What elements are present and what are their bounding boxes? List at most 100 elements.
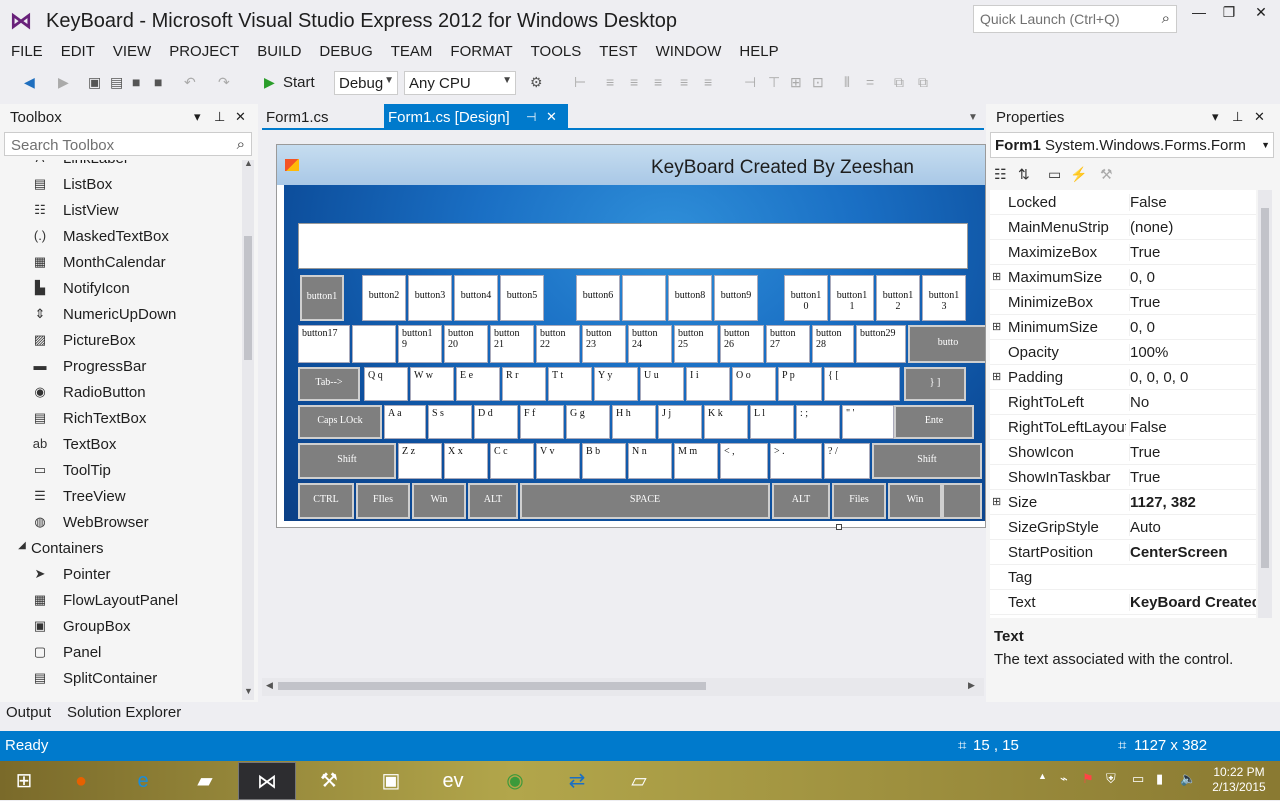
close-button[interactable]: ✕ bbox=[1244, 4, 1278, 26]
same-size-icon[interactable]: ⊞ bbox=[790, 74, 802, 91]
property-value[interactable]: 0, 0 bbox=[1129, 269, 1256, 286]
keyboard-key[interactable]: < , bbox=[720, 443, 768, 479]
property-value[interactable]: (none) bbox=[1129, 219, 1256, 236]
keyboard-key[interactable]: button9 bbox=[714, 275, 758, 321]
back-icon[interactable]: ◀ bbox=[24, 74, 35, 91]
property-row[interactable]: MaximizeBox True bbox=[990, 240, 1256, 265]
network-icon[interactable]: ▮ bbox=[1156, 771, 1163, 787]
keyboard-key[interactable]: Z z bbox=[398, 443, 442, 479]
keyboard-key[interactable]: button8 bbox=[668, 275, 712, 321]
menu-view[interactable]: VIEW bbox=[102, 42, 158, 60]
keyboard-key[interactable]: S s bbox=[428, 405, 472, 439]
keyboard-key[interactable] bbox=[942, 483, 982, 519]
notepad-icon[interactable]: ▱ bbox=[610, 762, 668, 800]
new-project-icon[interactable]: ▣ bbox=[88, 74, 101, 91]
keyboard-key[interactable]: button1 1 bbox=[830, 275, 874, 321]
save-all-icon[interactable]: ■ bbox=[154, 74, 162, 90]
redo-icon[interactable]: ↷ bbox=[218, 74, 230, 91]
keyboard-key[interactable]: butto bbox=[908, 325, 985, 363]
close-tab-icon[interactable]: ✕ bbox=[546, 109, 557, 125]
property-pages-icon[interactable]: ⚒ bbox=[1100, 166, 1113, 183]
evo-icon[interactable]: ev bbox=[424, 762, 482, 800]
keyboard-key[interactable]: U u bbox=[640, 367, 684, 401]
keyboard-key[interactable]: button 24 bbox=[628, 325, 672, 363]
keyboard-key[interactable]: button3 bbox=[408, 275, 452, 321]
properties-icon[interactable]: ▭ bbox=[1048, 166, 1061, 183]
property-value[interactable]: KeyBoard Created By Zeeshan bbox=[1129, 594, 1256, 611]
property-row[interactable]: MainMenuStrip (none) bbox=[990, 215, 1256, 240]
keyboard-key[interactable]: Tab--> bbox=[298, 367, 360, 401]
remote-desktop-icon[interactable]: ▣ bbox=[362, 762, 420, 800]
align-middle-icon[interactable]: ≡ bbox=[680, 74, 688, 90]
menu-window[interactable]: WINDOW bbox=[645, 42, 729, 60]
property-value[interactable]: CenterScreen bbox=[1129, 544, 1256, 561]
keyboard-key[interactable]: M m bbox=[674, 443, 718, 479]
open-file-icon[interactable]: ▤ bbox=[110, 74, 123, 91]
keyboard-key[interactable]: V v bbox=[536, 443, 580, 479]
tray-expand-icon[interactable]: ▲ bbox=[1038, 771, 1047, 781]
tab-form-code[interactable]: Form1.cs bbox=[262, 104, 382, 130]
scroll-right-icon[interactable]: ▶ bbox=[968, 680, 975, 691]
keyboard-key[interactable]: " ' bbox=[842, 405, 894, 439]
internet-explorer-icon[interactable]: e bbox=[114, 762, 172, 800]
resize-handle[interactable] bbox=[836, 524, 842, 530]
toolbox-item[interactable]: ▨ PictureBox bbox=[0, 328, 240, 354]
keyboard-key[interactable]: button4 bbox=[454, 275, 498, 321]
keyboard-textbox[interactable] bbox=[298, 223, 968, 269]
config-dropdown[interactable]: Debug ▼ bbox=[334, 71, 398, 95]
keyboard-key[interactable]: button 23 bbox=[582, 325, 626, 363]
keyboard-key[interactable]: Y y bbox=[594, 367, 638, 401]
start-button[interactable]: Start bbox=[283, 74, 315, 91]
keyboard-key[interactable]: Files bbox=[832, 483, 886, 519]
toolbox-item[interactable]: ▢ Panel bbox=[0, 640, 240, 666]
menu-team[interactable]: TEAM bbox=[380, 42, 440, 60]
keyboard-key[interactable]: button17 bbox=[298, 325, 350, 363]
property-row[interactable]: ⊞ Padding 0, 0, 0, 0 bbox=[990, 365, 1256, 390]
keyboard-key[interactable]: button 27 bbox=[766, 325, 810, 363]
keyboard-key[interactable]: button1 0 bbox=[784, 275, 828, 321]
keyboard-key[interactable]: button2 bbox=[362, 275, 406, 321]
keyboard-key[interactable]: button 26 bbox=[720, 325, 764, 363]
toolbox-item[interactable]: ◍ WebBrowser bbox=[0, 510, 240, 536]
keyboard-key[interactable]: A a bbox=[384, 405, 426, 439]
events-icon[interactable]: ⚡ bbox=[1070, 166, 1087, 183]
property-row[interactable]: RightToLeftLayout False bbox=[990, 415, 1256, 440]
expand-icon[interactable]: ⊞ bbox=[992, 495, 1001, 508]
windows-start-icon[interactable]: ⊞ bbox=[0, 762, 48, 800]
property-value[interactable]: True bbox=[1129, 469, 1256, 486]
tab-form-design[interactable]: Form1.cs [Design] ⊣ ✕ bbox=[384, 104, 568, 130]
keyboard-key[interactable]: button1 3 bbox=[922, 275, 966, 321]
toolbox-item[interactable]: ☷ ListView bbox=[0, 198, 240, 224]
categorized-icon[interactable]: ☷ bbox=[994, 166, 1007, 183]
keyboard-key[interactable]: : ; bbox=[796, 405, 840, 439]
undo-icon[interactable]: ↶ bbox=[184, 74, 196, 91]
maximize-button[interactable]: ❐ bbox=[1212, 4, 1246, 26]
close-icon[interactable]: ✕ bbox=[1254, 109, 1265, 125]
keyboard-key[interactable]: ALT bbox=[468, 483, 518, 519]
platform-dropdown[interactable]: Any CPU ▼ bbox=[404, 71, 516, 95]
property-value[interactable]: True bbox=[1129, 244, 1256, 261]
expand-icon[interactable]: ⊞ bbox=[992, 320, 1001, 333]
pin-icon[interactable]: ⊥ bbox=[1232, 109, 1243, 125]
toolbox-item[interactable]: A LinkLabel bbox=[0, 160, 240, 172]
menu-help[interactable]: HELP bbox=[728, 42, 785, 60]
keyboard-key[interactable]: button29 bbox=[856, 325, 906, 363]
send-back-icon[interactable]: ⧉ bbox=[918, 74, 928, 91]
spacing-icon[interactable]: ⫴ bbox=[844, 74, 850, 91]
keyboard-key[interactable]: Win bbox=[888, 483, 942, 519]
align-right-icon[interactable]: ≡ bbox=[630, 74, 638, 90]
keyboard-key[interactable]: F f bbox=[520, 405, 564, 439]
keyboard-key[interactable]: Q q bbox=[364, 367, 408, 401]
security-icon[interactable]: ⛨ bbox=[1106, 771, 1116, 787]
property-row[interactable]: Opacity 100% bbox=[990, 340, 1256, 365]
pin-icon[interactable]: ⊥ bbox=[214, 109, 225, 125]
save-icon[interactable]: ■ bbox=[132, 74, 140, 90]
toolbox-item[interactable]: ▙ NotifyIcon bbox=[0, 276, 240, 302]
property-value[interactable]: False bbox=[1129, 194, 1256, 211]
volume-icon[interactable]: 🔈 bbox=[1180, 771, 1196, 787]
property-row[interactable]: MinimizeBox True bbox=[990, 290, 1256, 315]
align-left-icon[interactable]: ⊢ bbox=[574, 74, 586, 91]
keyboard-key[interactable]: Ente bbox=[894, 405, 974, 439]
toolbox-item[interactable]: ▤ RichTextBox bbox=[0, 406, 240, 432]
keyboard-key[interactable]: I i bbox=[686, 367, 730, 401]
